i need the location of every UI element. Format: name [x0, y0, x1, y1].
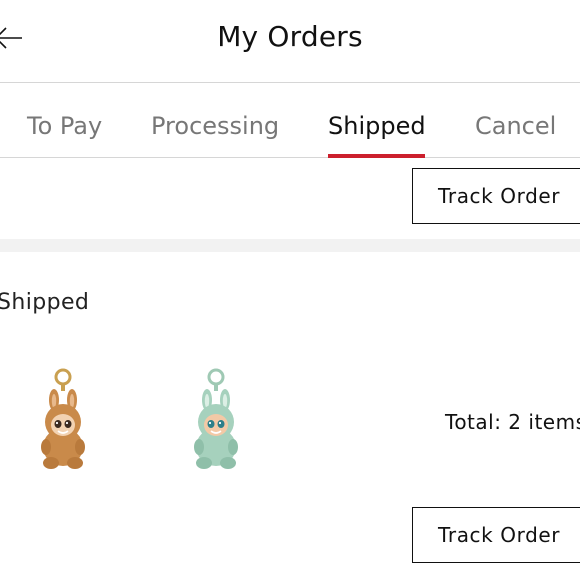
tab-to-pay[interactable]: To Pay — [27, 112, 102, 140]
track-order-button[interactable]: Track Order — [412, 168, 580, 224]
plush-keychain-green-icon[interactable] — [186, 365, 246, 475]
page-title: My Orders — [217, 20, 363, 53]
tab-shipped[interactable]: Shipped — [328, 112, 426, 140]
active-tab-indicator — [328, 154, 425, 158]
order-total: Total: 2 items — [445, 410, 580, 434]
header-bar: My Orders — [0, 0, 580, 83]
track-order-button[interactable]: Track Order — [412, 507, 580, 563]
order-status-label: Shipped — [0, 290, 90, 315]
order-divider — [0, 239, 580, 252]
tab-cancel[interactable]: Cancel — [475, 112, 556, 140]
tab-processing[interactable]: Processing — [151, 112, 279, 140]
plush-keychain-brown-icon[interactable] — [33, 365, 93, 475]
order-status-tabs: To Pay Processing Shipped Cancel — [0, 84, 580, 158]
